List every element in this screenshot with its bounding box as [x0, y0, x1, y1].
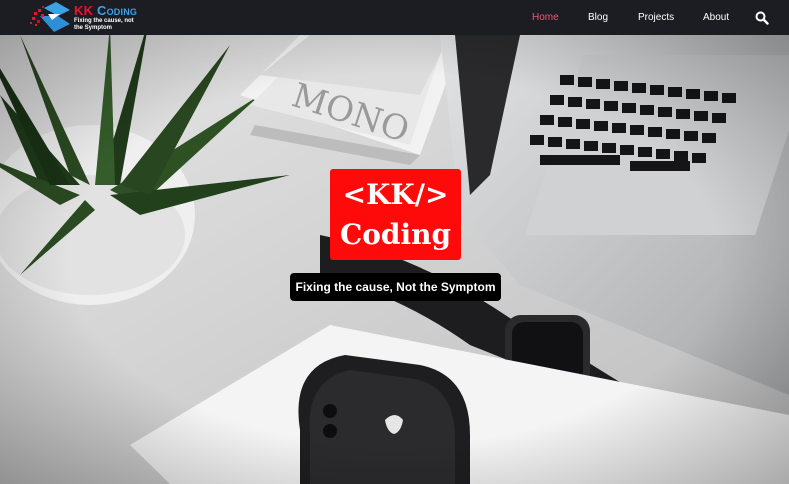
- nav-home[interactable]: Home: [532, 11, 559, 24]
- hero-title-badge: <KK/> Coding: [330, 169, 461, 260]
- search-icon: [755, 11, 769, 25]
- hero-title-line2: Coding: [339, 218, 452, 251]
- main-nav: Home Blog Projects About: [0, 0, 789, 35]
- nav-projects[interactable]: Projects: [638, 11, 674, 24]
- hero-tagline: Fixing the cause, Not the Symptom: [290, 273, 501, 301]
- hero-title-line1: <KK/>: [342, 178, 449, 211]
- hero-section: MONO <KK/> Coding Fixing the: [0, 35, 789, 484]
- nav-about[interactable]: About: [703, 11, 729, 24]
- search-button[interactable]: [754, 10, 770, 26]
- navbar: KK Coding Fixing the cause, not the Symp…: [0, 0, 789, 35]
- nav-blog[interactable]: Blog: [588, 11, 608, 24]
